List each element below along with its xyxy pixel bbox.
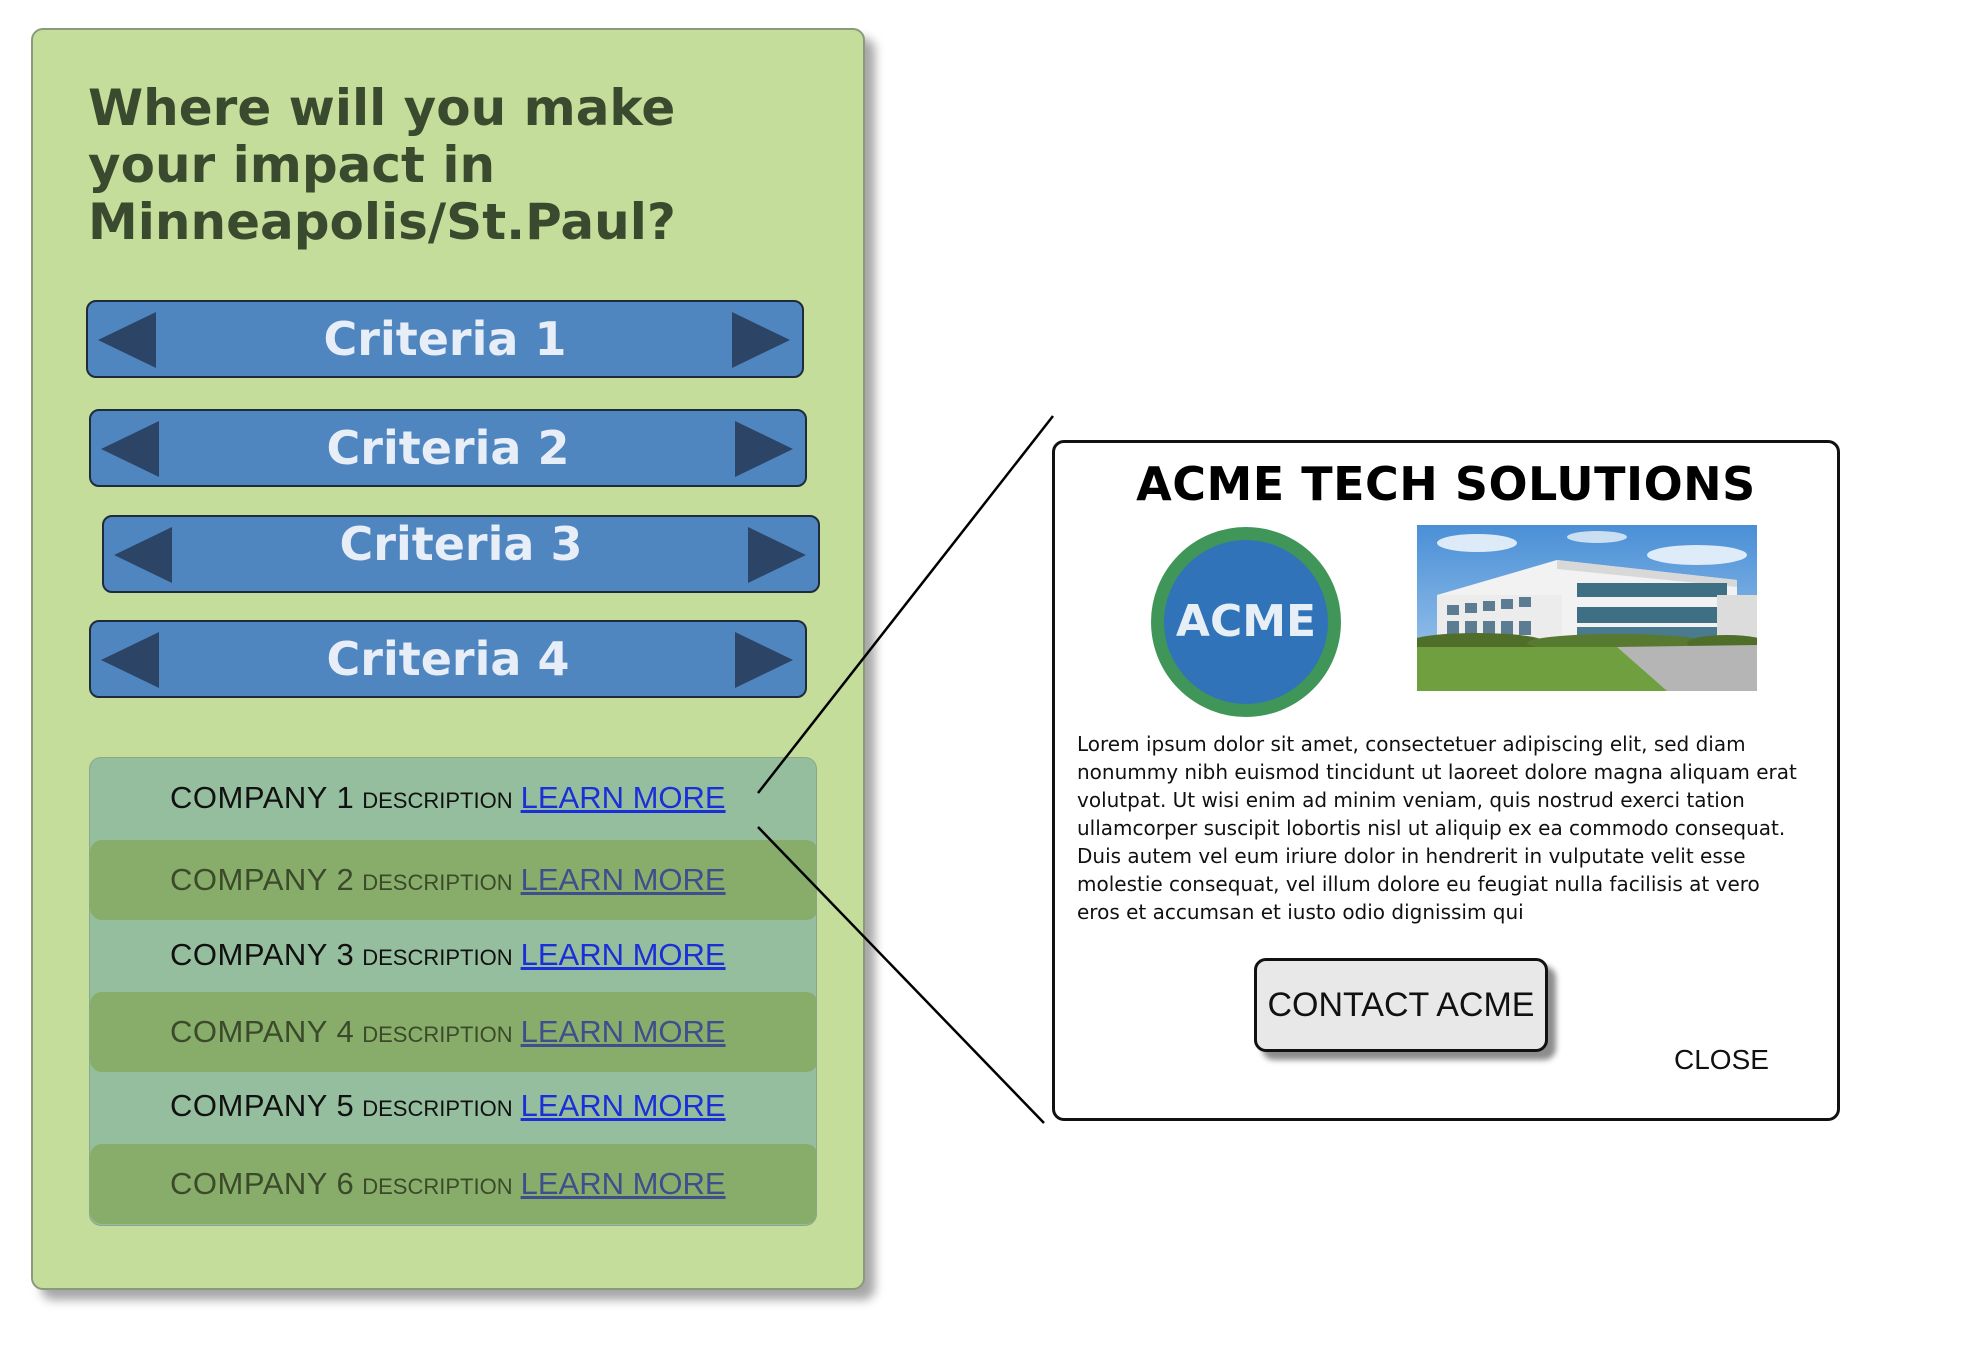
logo-text: ACME: [1175, 596, 1317, 647]
office-building-image: [1417, 525, 1757, 691]
connector-line-top: [757, 415, 1054, 794]
acme-logo: ACME: [1151, 527, 1341, 717]
contact-acme-button[interactable]: CONTACT ACME: [1254, 958, 1548, 1052]
popup-title: ACME TECH SOLUTIONS: [1136, 457, 1756, 511]
company-detail-popup: ACME TECH SOLUTIONS ACME Lorem ipsum dol…: [1052, 440, 1840, 1121]
building-photo: [1417, 525, 1757, 691]
popup-description: Lorem ipsum dolor sit amet, consectetuer…: [1077, 732, 1797, 924]
mockup-canvas: Where will you make your impact in Minne…: [0, 0, 1978, 1356]
connector-line-bottom: [757, 826, 1045, 1124]
close-button[interactable]: CLOSE: [1674, 1044, 1769, 1076]
